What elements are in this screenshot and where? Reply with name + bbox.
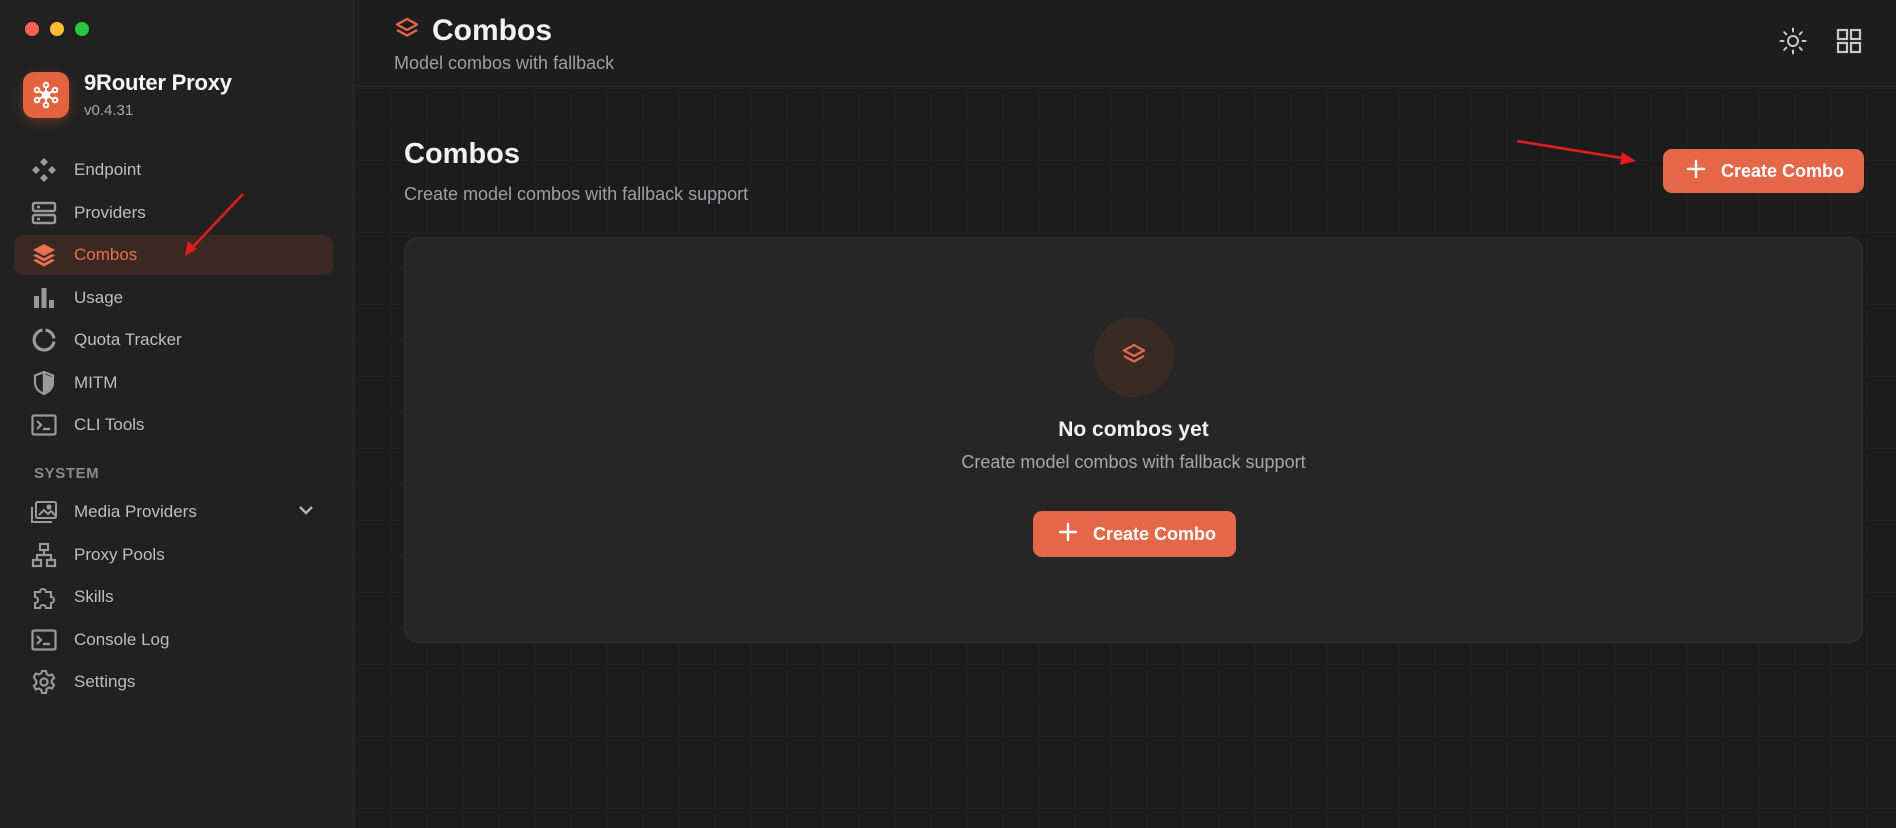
- chevron-down-icon[interactable]: [297, 501, 315, 524]
- sidebar-section-system: SYSTEM: [34, 465, 100, 482]
- shield-icon: [30, 369, 58, 397]
- app-name: 9Router Proxy: [84, 70, 232, 95]
- sidebar: 9Router Proxy v0.4.31 Endpoint Providers: [0, 0, 354, 828]
- sidebar-item-media-providers[interactable]: Media Providers: [14, 492, 333, 532]
- gear-icon: [30, 668, 58, 696]
- empty-state-create-combo-button[interactable]: Create Combo: [1033, 511, 1237, 557]
- sidebar-item-cli-tools[interactable]: CLI Tools: [14, 405, 333, 445]
- sidebar-item-console-log[interactable]: Console Log: [14, 620, 333, 660]
- main-content: Combos Create model combos with fallback…: [354, 88, 1896, 828]
- header-actions: [1778, 26, 1864, 61]
- layers-icon: [1121, 342, 1147, 373]
- theme-toggle-button[interactable]: [1778, 26, 1808, 61]
- plus-icon: [1057, 521, 1079, 548]
- brand: 9Router Proxy v0.4.31: [23, 70, 232, 119]
- grid-view-button[interactable]: [1834, 28, 1864, 58]
- sidebar-item-label: Media Providers: [74, 502, 197, 521]
- sidebar-item-endpoint[interactable]: Endpoint: [14, 150, 333, 190]
- empty-state-icon: [1094, 317, 1174, 397]
- sidebar-item-proxy-pools[interactable]: Proxy Pools: [14, 535, 333, 575]
- header-title: Combos: [432, 14, 552, 47]
- sidebar-item-mitm[interactable]: MITM: [14, 363, 333, 403]
- sidebar-item-label: Skills: [74, 587, 114, 606]
- layers-icon: [30, 241, 58, 269]
- page-subtitle: Create model combos with fallback suppor…: [404, 184, 749, 204]
- header-subtitle: Model combos with fallback: [394, 53, 615, 73]
- donut-icon: [30, 326, 58, 354]
- terminal-icon: [30, 411, 58, 439]
- sidebar-item-label: Quota Tracker: [74, 330, 182, 349]
- sidebar-item-label: Usage: [74, 287, 124, 307]
- sidebar-item-quota-tracker[interactable]: Quota Tracker: [14, 320, 333, 360]
- media-icon: [30, 498, 58, 526]
- sidebar-item-label: CLI Tools: [74, 415, 145, 434]
- layers-icon: [394, 16, 420, 47]
- close-window-button[interactable]: [25, 22, 39, 36]
- terminal-icon: [30, 626, 58, 654]
- sidebar-item-label: Endpoint: [74, 160, 142, 179]
- bar-chart-icon: [30, 284, 58, 312]
- grid-icon: [1836, 28, 1862, 59]
- create-combo-button[interactable]: Create Combo: [1662, 149, 1864, 193]
- app-version: v0.4.31: [84, 102, 134, 119]
- sidebar-item-label: MITM: [74, 372, 118, 392]
- window-controls: [25, 22, 89, 36]
- page-title: Combos: [404, 138, 520, 170]
- sidebar-item-skills[interactable]: Skills: [14, 577, 333, 617]
- sidebar-item-label: Console Log: [74, 629, 170, 649]
- sidebar-item-usage[interactable]: Usage: [14, 278, 333, 318]
- create-combo-label: Create Combo: [1720, 160, 1844, 181]
- sidebar-item-label: Combos: [74, 245, 138, 264]
- empty-state-card: No combos yet Create model combos with f…: [404, 237, 1863, 643]
- empty-state-title: No combos yet: [1058, 418, 1209, 441]
- sidebar-item-label: Proxy Pools: [74, 544, 165, 564]
- sidebar-item-settings[interactable]: Settings: [14, 662, 333, 702]
- sidebar-item-label: Settings: [74, 672, 136, 691]
- sidebar-nav: Endpoint Providers Combos Usage Quota Tr…: [14, 150, 333, 705]
- puzzle-icon: [30, 583, 58, 611]
- plus-icon: [1685, 158, 1707, 185]
- minimize-window-button[interactable]: [50, 22, 64, 36]
- empty-state-create-combo-label: Create Combo: [1093, 523, 1217, 544]
- sidebar-item-combos[interactable]: Combos: [14, 235, 333, 275]
- sun-icon: [1778, 26, 1808, 61]
- server-icon: [30, 199, 58, 227]
- empty-state-subtitle: Create model combos with fallback suppor…: [961, 452, 1306, 472]
- sitemap-icon: [30, 541, 58, 569]
- app-logo-icon: [23, 71, 69, 118]
- maximize-window-button[interactable]: [75, 22, 89, 36]
- header-title-group: Combos: [394, 14, 552, 48]
- top-header: Combos Model combos with fallback: [354, 0, 1896, 87]
- sidebar-item-label: Providers: [74, 202, 146, 222]
- endpoint-icon: [30, 156, 58, 184]
- sidebar-item-providers[interactable]: Providers: [14, 193, 333, 233]
